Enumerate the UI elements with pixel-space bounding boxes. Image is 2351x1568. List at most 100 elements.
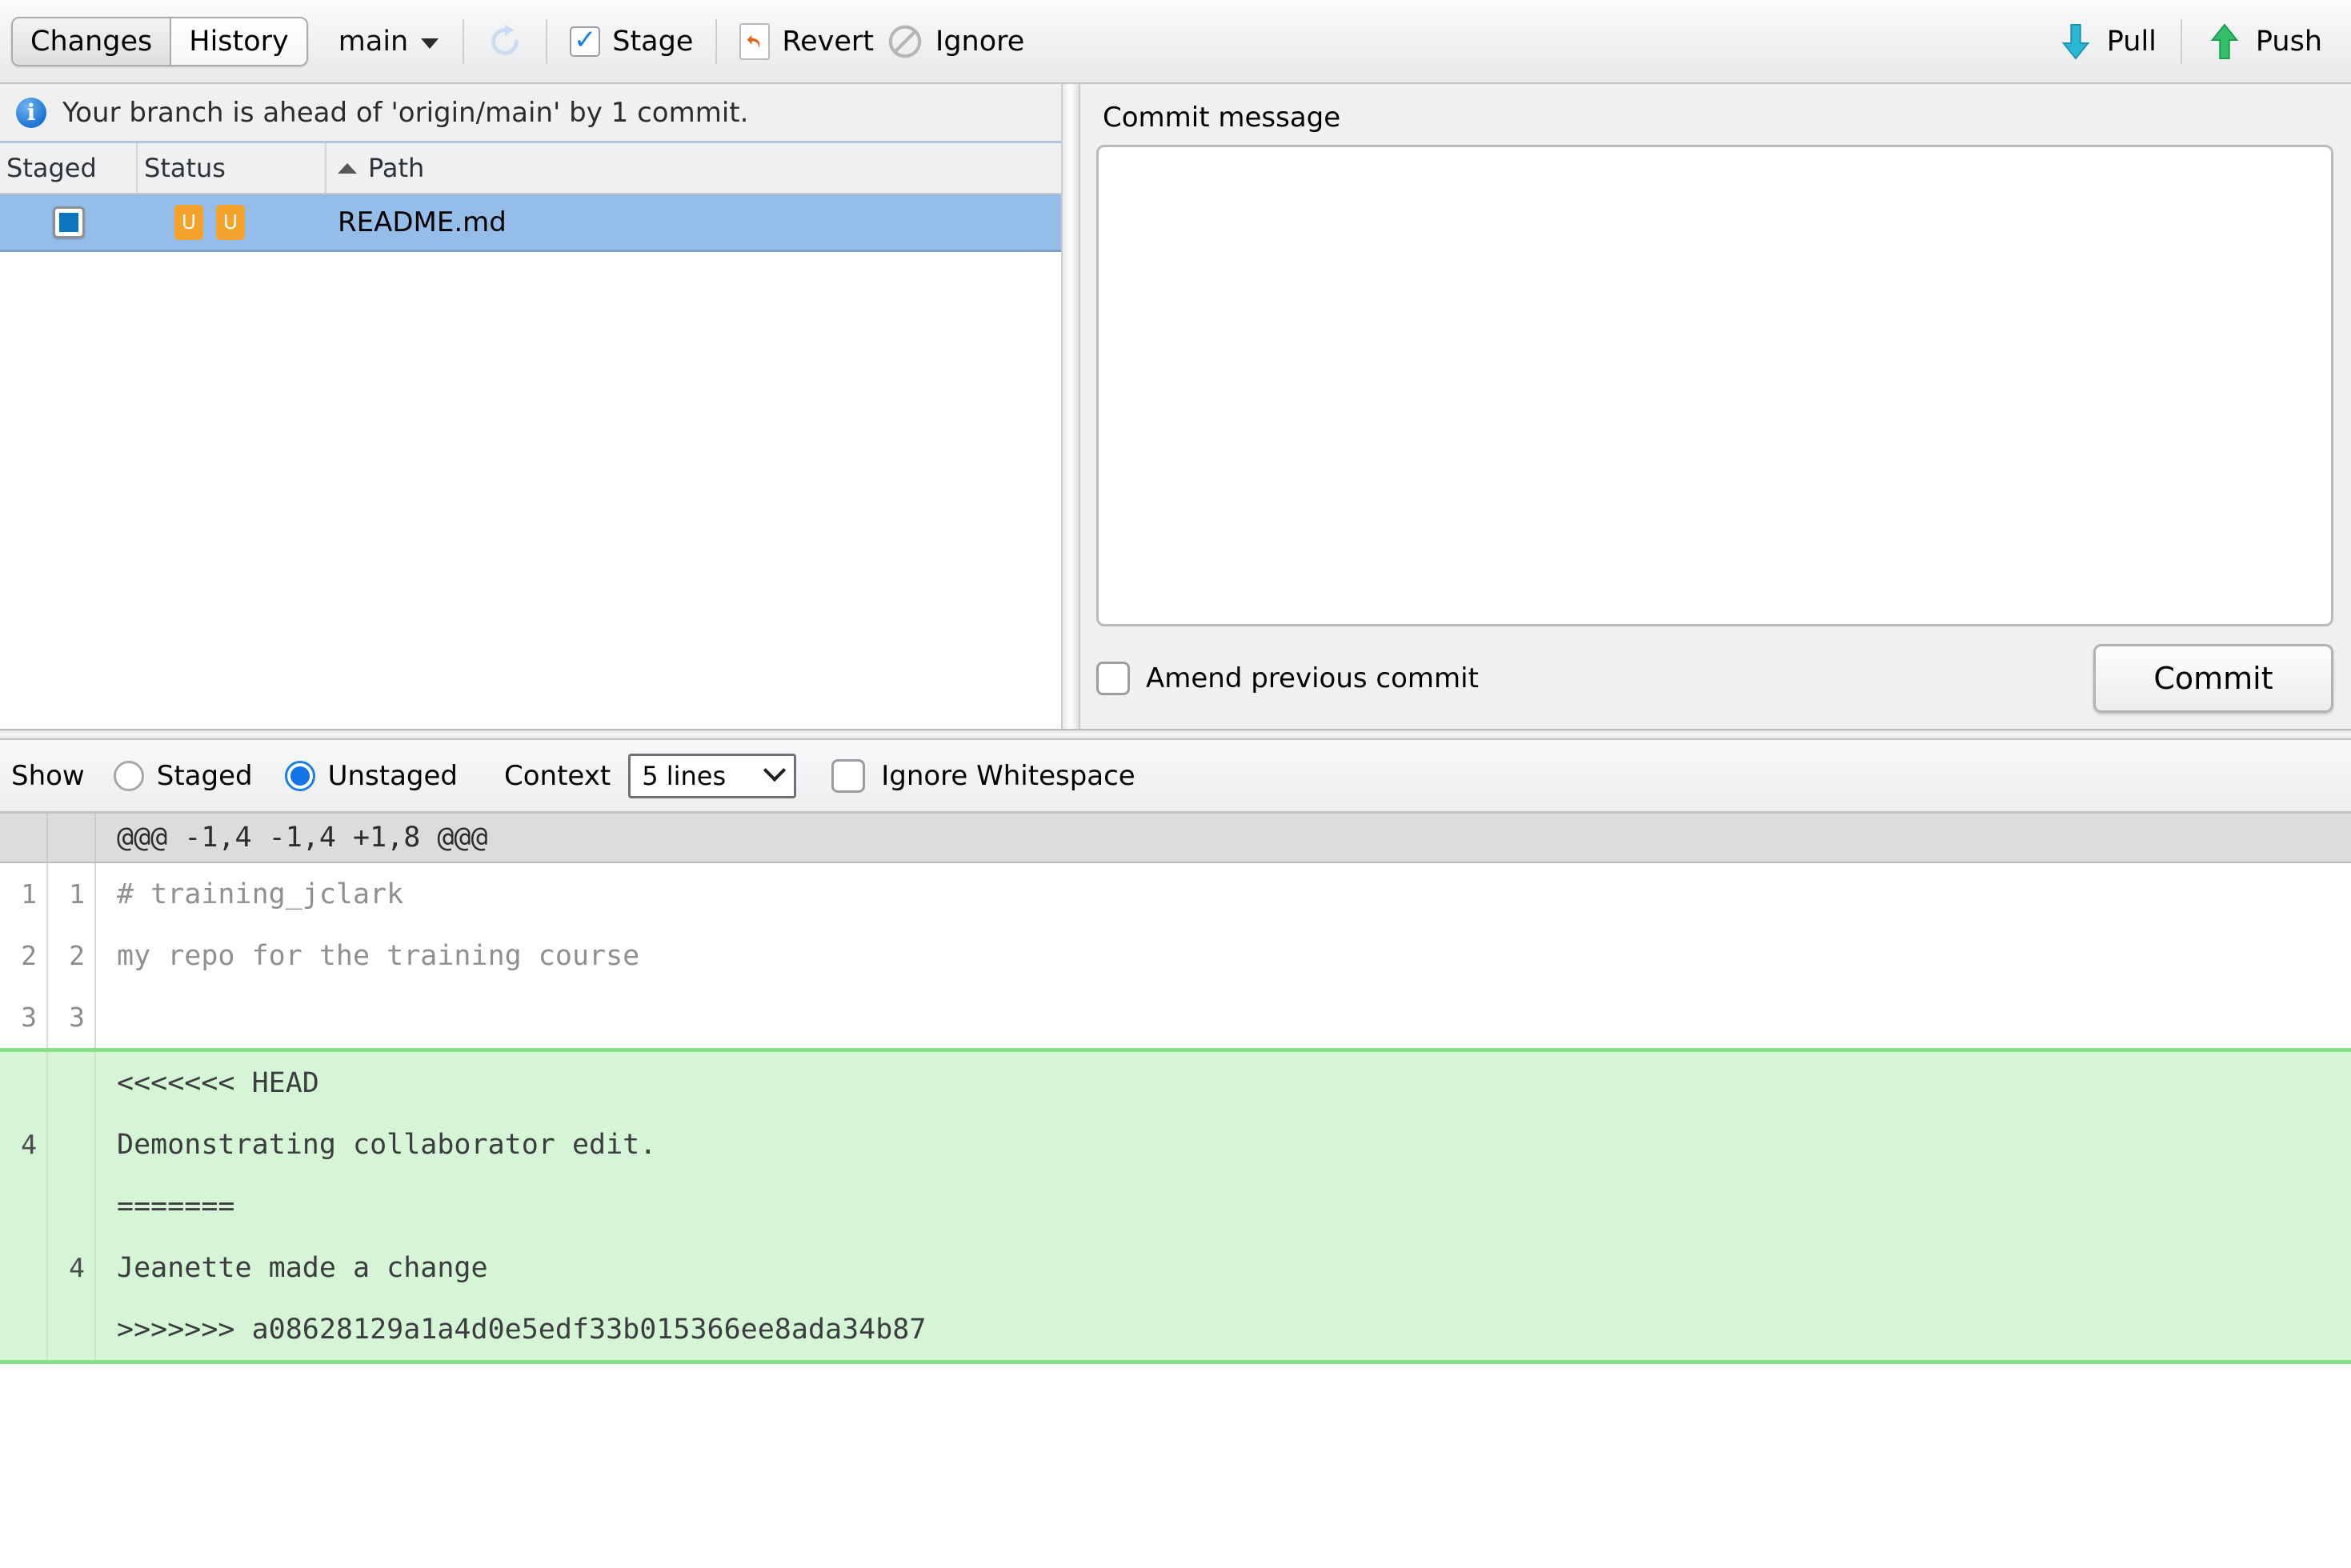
line-number-new xyxy=(48,1298,96,1360)
radio-staged-button[interactable] xyxy=(114,761,144,791)
revert-label: Revert xyxy=(782,26,874,58)
ignore-button[interactable]: Ignore xyxy=(880,20,1031,63)
line-number-old: 3 xyxy=(0,986,48,1048)
diff-line: 4 Demonstrating collaborator edit. xyxy=(0,1114,2351,1175)
tab-changes[interactable]: Changes xyxy=(13,18,170,65)
branch-status-bar: i Your branch is ahead of 'origin/main' … xyxy=(0,84,1061,143)
line-number-old xyxy=(0,1237,48,1298)
diff-line-text: Jeanette made a change xyxy=(96,1237,2351,1298)
amend-previous-commit-toggle[interactable]: Amend previous commit xyxy=(1096,662,1479,695)
line-number-new: 3 xyxy=(48,986,96,1048)
horizontal-splitter[interactable] xyxy=(0,729,2351,740)
line-number-new xyxy=(48,1175,96,1237)
context-label: Context xyxy=(504,760,611,792)
branch-selector[interactable]: main xyxy=(330,21,447,62)
radio-unstaged[interactable]: Unstaged xyxy=(285,760,458,792)
tab-history[interactable]: History xyxy=(170,18,306,65)
hunk-gutter-new xyxy=(48,814,96,862)
toolbar-divider xyxy=(463,19,464,64)
chevron-down-icon xyxy=(763,758,786,781)
cell-path: README.md xyxy=(326,206,1061,238)
push-label: Push xyxy=(2256,26,2322,58)
push-button[interactable]: Push xyxy=(2198,18,2330,65)
arrow-down-icon xyxy=(2057,22,2094,62)
column-header-staged[interactable]: Staged xyxy=(0,143,138,193)
column-header-status[interactable]: Status xyxy=(138,143,326,193)
line-number-new: 1 xyxy=(48,863,96,925)
diff-line: 3 3 xyxy=(0,986,2351,1048)
toolbar-divider xyxy=(715,19,717,64)
diff-line-text xyxy=(96,986,2351,1048)
info-icon: i xyxy=(16,98,46,128)
diff-line-text: Demonstrating collaborator edit. xyxy=(96,1114,2351,1175)
stage-label: Stage xyxy=(612,26,693,58)
main-toolbar: Changes History main Stage xyxy=(0,0,2351,84)
diff-line: 1 1 # training_jclark xyxy=(0,863,2351,925)
file-list-pane: i Your branch is ahead of 'origin/main' … xyxy=(0,84,1061,729)
diff-line: <<<<<<< HEAD xyxy=(0,1052,2351,1114)
amend-label: Amend previous commit xyxy=(1146,662,1479,694)
view-mode-segmented-control[interactable]: Changes History xyxy=(11,17,308,66)
diff-line: ======= xyxy=(0,1175,2351,1237)
show-label: Show xyxy=(11,760,85,792)
arrow-up-icon xyxy=(2206,22,2243,62)
hunk-gutter-old xyxy=(0,814,48,862)
radio-unstaged-button[interactable] xyxy=(285,761,315,791)
diff-view[interactable]: @@@ -1,4 -1,4 +1,8 @@@ 1 1 # training_jc… xyxy=(0,814,2351,1568)
line-number-old xyxy=(0,1298,48,1360)
table-row[interactable]: U U README.md xyxy=(0,194,1061,252)
line-number-old: 2 xyxy=(0,925,48,986)
column-header-path[interactable]: Path xyxy=(326,143,1061,193)
hunk-header-text: @@@ -1,4 -1,4 +1,8 @@@ xyxy=(96,822,2351,854)
line-number-old xyxy=(0,1052,48,1114)
radio-staged[interactable]: Staged xyxy=(114,760,253,792)
cell-status: U U xyxy=(138,205,326,240)
commit-button[interactable]: Commit xyxy=(2093,644,2333,713)
stage-toggle[interactable]: Stage xyxy=(563,22,699,61)
column-label-status: Status xyxy=(144,153,226,183)
radio-unstaged-label: Unstaged xyxy=(328,760,458,792)
file-table-body: U U README.md xyxy=(0,194,1061,729)
stage-checkbox[interactable] xyxy=(570,26,600,57)
toolbar-divider xyxy=(2181,19,2182,64)
column-label-staged: Staged xyxy=(6,153,97,183)
diff-line-text: <<<<<<< HEAD xyxy=(96,1052,2351,1114)
diff-line: 4 Jeanette made a change xyxy=(0,1237,2351,1298)
git-gui-window: Changes History main Stage xyxy=(0,0,2351,1568)
chevron-down-icon xyxy=(421,38,439,49)
status-badge: U xyxy=(216,205,245,240)
ignore-whitespace-label: Ignore Whitespace xyxy=(881,760,1135,792)
branch-status-message: Your branch is ahead of 'origin/main' by… xyxy=(62,97,748,129)
diff-line-text: # training_jclark xyxy=(96,863,2351,925)
diff-hunk-header: @@@ -1,4 -1,4 +1,8 @@@ xyxy=(0,814,2351,863)
ignore-whitespace-checkbox[interactable] xyxy=(831,759,865,793)
file-table-header: Staged Status Path xyxy=(0,143,1061,194)
cell-staged[interactable] xyxy=(0,206,138,238)
commit-message-label: Commit message xyxy=(1103,102,2333,134)
toolbar-divider xyxy=(546,19,547,64)
ignore-label: Ignore xyxy=(935,26,1024,58)
staged-checkbox-partial[interactable] xyxy=(53,206,85,238)
diff-line-text: my repo for the training course xyxy=(96,925,2351,986)
sort-ascending-icon xyxy=(338,163,357,174)
line-number-new: 2 xyxy=(48,925,96,986)
line-number-new: 4 xyxy=(48,1237,96,1298)
ignore-icon xyxy=(887,23,923,60)
amend-checkbox[interactable] xyxy=(1096,662,1130,695)
line-number-old: 4 xyxy=(0,1114,48,1175)
line-number-new xyxy=(48,1052,96,1114)
status-badge: U xyxy=(174,205,203,240)
commit-message-box[interactable] xyxy=(1096,145,2333,626)
commit-message-input[interactable] xyxy=(1099,147,2331,624)
diff-controls-bar: Show Staged Unstaged Context 5 lines Ign… xyxy=(0,740,2351,814)
refresh-button[interactable] xyxy=(480,20,530,63)
revert-button[interactable]: Revert xyxy=(733,20,880,63)
upper-split-area: i Your branch is ahead of 'origin/main' … xyxy=(0,84,2351,729)
line-number-old: 1 xyxy=(0,863,48,925)
context-lines-select[interactable]: 5 lines xyxy=(628,754,796,798)
ignore-whitespace-toggle[interactable]: Ignore Whitespace xyxy=(831,759,1135,793)
branch-name-label: main xyxy=(338,26,408,58)
diff-line: 2 2 my repo for the training course xyxy=(0,925,2351,986)
pull-button[interactable]: Pull xyxy=(2049,18,2165,65)
vertical-splitter[interactable] xyxy=(1061,84,1080,729)
